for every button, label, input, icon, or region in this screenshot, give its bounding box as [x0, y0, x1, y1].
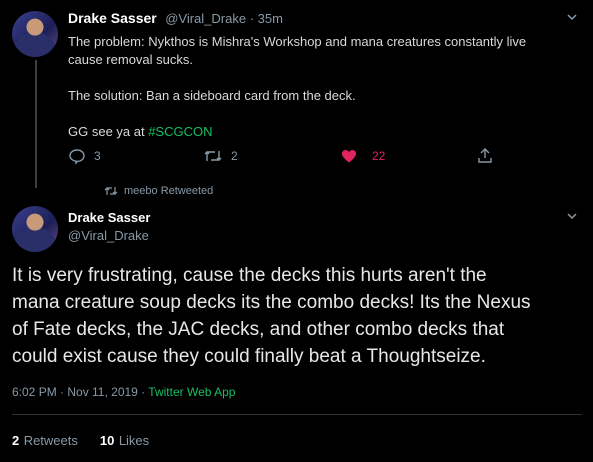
- tweet-line: The problem: Nykthos is Mishra's Worksho…: [68, 34, 527, 49]
- tweet-stats: 2 Retweets 10 Likes: [12, 432, 149, 450]
- retweeted-by-text[interactable]: meebo Retweeted: [124, 185, 213, 197]
- tweet-text: The problem: Nykthos is Mishra's Worksho…: [68, 33, 578, 141]
- retweet-small-icon: [104, 185, 118, 197]
- share-button[interactable]: [476, 147, 494, 165]
- tweet-meta: 6:02 PM · Nov 11, 2019 · Twitter Web App: [12, 385, 235, 399]
- chevron-down-icon[interactable]: [566, 11, 578, 23]
- tweet-line: GG see ya at #SCGCON: [68, 123, 578, 141]
- heart-icon: [340, 147, 358, 165]
- author-block: Drake Sasser @Viral_Drake: [68, 210, 150, 243]
- retweets-stat[interactable]: 2 Retweets: [12, 432, 78, 450]
- tweet-line: could exist cause they could finally bea…: [12, 346, 486, 367]
- tweet-header: Drake Sasser @Viral_Drake · 35m: [68, 10, 283, 28]
- avatar[interactable]: [12, 206, 58, 252]
- author-handle[interactable]: @Viral_Drake: [68, 228, 150, 243]
- avatar[interactable]: [12, 11, 58, 57]
- thread-line: [35, 60, 37, 188]
- retweeted-indicator: meebo Retweeted: [104, 185, 213, 197]
- reply-button[interactable]: 3: [68, 147, 101, 165]
- gg-text: GG see ya at: [68, 124, 149, 139]
- tweet-line: It is very frustrating, cause the decks …: [12, 265, 487, 286]
- retweets-count: 2: [12, 433, 20, 448]
- author-handle-time[interactable]: @Viral_Drake · 35m: [165, 11, 283, 26]
- source-link[interactable]: Twitter Web App: [148, 385, 235, 399]
- timestamp[interactable]: 6:02 PM · Nov 11, 2019 ·: [12, 385, 148, 399]
- chevron-down-icon[interactable]: [566, 210, 578, 222]
- tweet-line: The solution: Ban a sideboard card from …: [68, 88, 356, 103]
- author-name[interactable]: Drake Sasser: [68, 210, 150, 225]
- tweet-text: It is very frustrating, cause the decks …: [12, 262, 582, 370]
- reply-count: 3: [94, 149, 101, 163]
- likes-count: 10: [99, 433, 115, 448]
- retweets-label: Retweets: [23, 433, 78, 448]
- divider: [12, 414, 582, 415]
- tweet-line: cause removal sucks.: [68, 52, 193, 67]
- like-button[interactable]: 22: [340, 147, 385, 165]
- retweet-count: 2: [231, 149, 238, 163]
- like-count: 22: [372, 149, 386, 163]
- share-icon: [476, 147, 494, 165]
- author-name[interactable]: Drake Sasser: [68, 10, 157, 26]
- retweet-icon: [203, 147, 223, 165]
- likes-stat[interactable]: 10 Likes: [100, 432, 149, 450]
- retweet-button[interactable]: 2: [203, 147, 238, 165]
- likes-label: Likes: [118, 433, 150, 448]
- tweet-line: mana creature soup decks its the combo d…: [12, 292, 531, 313]
- tweet-line: of Fate decks, the JAC decks, and other …: [12, 319, 505, 340]
- reply-icon: [68, 147, 86, 165]
- hashtag-link[interactable]: #SCGCON: [148, 124, 212, 139]
